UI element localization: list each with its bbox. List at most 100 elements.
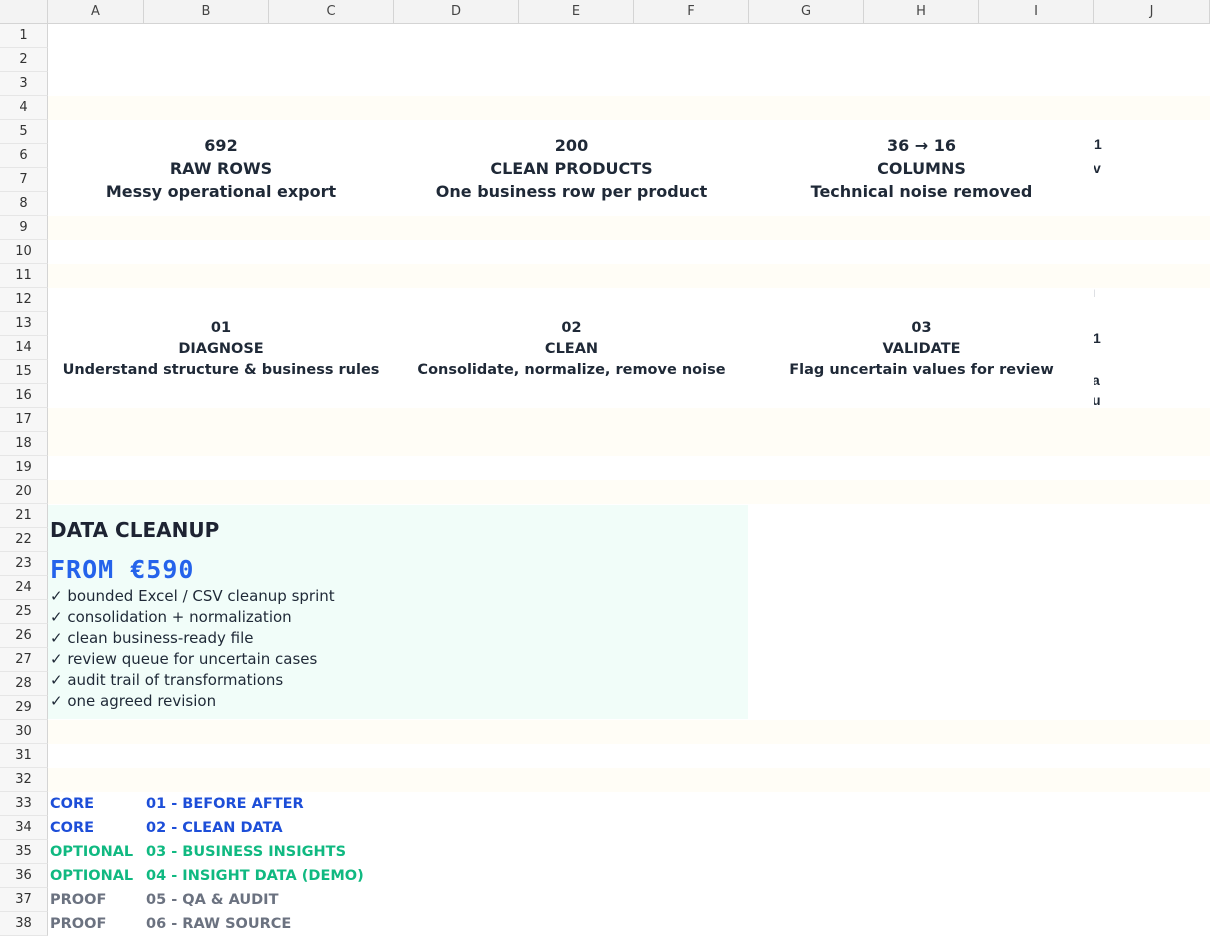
step-number: 01 (210, 320, 232, 336)
row-header[interactable]: 34 (0, 816, 48, 840)
clipped-fragment: 1 (1094, 330, 1101, 346)
kpi-caption: One business row per product (435, 182, 708, 201)
kpi-label: CLEAN PRODUCTS (490, 159, 653, 178)
row-header[interactable]: 6 (0, 144, 48, 168)
row-header[interactable]: 17 (0, 408, 48, 432)
clipped-fragment: v (1094, 160, 1101, 176)
nav-tag-proof: PROOF (50, 916, 107, 932)
row-header[interactable]: 24 (0, 576, 48, 600)
column-header-h[interactable]: H (864, 0, 979, 24)
row-header[interactable]: 38 (0, 912, 48, 936)
row-header[interactable]: 10 (0, 240, 48, 264)
step-name: CLEAN (544, 341, 599, 357)
row-header[interactable]: 3 (0, 72, 48, 96)
row-header[interactable]: 21 (0, 504, 48, 528)
row-header[interactable]: 25 (0, 600, 48, 624)
spacer-band (48, 264, 1210, 288)
spacer-band (48, 408, 1210, 456)
step-number: 02 (561, 320, 582, 336)
row-header[interactable]: 8 (0, 192, 48, 216)
column-header-i[interactable]: I (979, 0, 1094, 24)
column-header-a[interactable]: A (48, 0, 144, 24)
row-header[interactable]: 32 (0, 768, 48, 792)
offer-feature: ✓ bounded Excel / CSV cleanup sprint (50, 587, 335, 605)
row-header[interactable]: 31 (0, 744, 48, 768)
nav-tag-proof: PROOF (50, 892, 107, 908)
row-header[interactable]: 36 (0, 864, 48, 888)
step-card-clipped: I 1 a u (1094, 288, 1210, 413)
offer-feature: ✓ consolidation + normalization (50, 608, 292, 626)
clipped-fragment: 1 (1094, 136, 1102, 152)
spacer-band (48, 720, 1210, 744)
row-header[interactable]: 28 (0, 672, 48, 696)
kpi-value: 692 (204, 136, 238, 155)
row-header[interactable]: 2 (0, 48, 48, 72)
kpi-caption: Technical noise removed (810, 182, 1033, 201)
step-description: Understand structure & business rules (62, 362, 380, 378)
clipped-fragment: a (1094, 372, 1100, 388)
step-card-diagnose: 01 DIAGNOSE Understand structure & busin… (48, 318, 394, 381)
step-description: Flag uncertain values for review (789, 362, 1054, 378)
step-name: DIAGNOSE (178, 341, 264, 357)
row-header[interactable]: 23 (0, 552, 48, 576)
nav-link-clean-data[interactable]: 02 - CLEAN DATA (146, 816, 283, 840)
nav-tag-optional: OPTIONAL (50, 844, 134, 860)
kpi-card-clean-products: 200 CLEAN PRODUCTS One business row per … (394, 134, 749, 203)
offer-feature: ✓ audit trail of transformations (50, 671, 284, 689)
row-header[interactable]: 20 (0, 480, 48, 504)
row-header[interactable]: 14 (0, 336, 48, 360)
column-header-j[interactable]: J (1094, 0, 1210, 24)
nav-link-raw-source[interactable]: 06 - RAW SOURCE (146, 912, 291, 936)
column-header-e[interactable]: E (519, 0, 634, 24)
column-header-c[interactable]: C (269, 0, 394, 24)
row-header[interactable]: 11 (0, 264, 48, 288)
row-header[interactable]: 1 (0, 24, 48, 48)
row-header[interactable]: 9 (0, 216, 48, 240)
step-card-clean: 02 CLEAN Consolidate, normalize, remove … (394, 318, 749, 381)
column-header-g[interactable]: G (749, 0, 864, 24)
offer-feature: ✓ one agreed revision (50, 692, 217, 710)
nav-link-qa-audit[interactable]: 05 - QA & AUDIT (146, 888, 278, 912)
column-header-d[interactable]: D (394, 0, 519, 24)
row-header[interactable]: 22 (0, 528, 48, 552)
row-header[interactable]: 26 (0, 624, 48, 648)
row-header[interactable]: 29 (0, 696, 48, 720)
spacer-band (48, 96, 1210, 120)
row-header[interactable]: 16 (0, 384, 48, 408)
row-header[interactable]: 18 (0, 432, 48, 456)
nav-link-insight-data[interactable]: 04 - INSIGHT DATA (DEMO) (146, 864, 364, 888)
nav-tag-core: CORE (50, 820, 95, 836)
kpi-label: COLUMNS (877, 159, 966, 178)
row-header[interactable]: 13 (0, 312, 48, 336)
offer-price: FROM €590 (50, 555, 195, 584)
offer-feature: ✓ review queue for uncertain cases (50, 650, 318, 668)
select-all-corner[interactable] (0, 0, 48, 24)
kpi-caption: Messy operational export (105, 182, 337, 201)
row-header[interactable]: 7 (0, 168, 48, 192)
row-header[interactable]: 30 (0, 720, 48, 744)
column-header-f[interactable]: F (634, 0, 749, 24)
row-header[interactable]: 27 (0, 648, 48, 672)
nav-tag-core: CORE (50, 796, 95, 812)
nav-link-before-after[interactable]: 01 - BEFORE AFTER (146, 792, 304, 816)
row-header[interactable]: 19 (0, 456, 48, 480)
step-description: Consolidate, normalize, remove noise (417, 362, 726, 378)
row-header[interactable]: 5 (0, 120, 48, 144)
spreadsheet-sheet: A B C D E F G H I J 1 2 3 4 5 6 7 8 9 10… (0, 0, 1210, 936)
row-header[interactable]: 12 (0, 288, 48, 312)
row-header[interactable]: 15 (0, 360, 48, 384)
nav-link-business-insights[interactable]: 03 - BUSINESS INSIGHTS (146, 840, 346, 864)
clipped-fragment: u (1094, 392, 1101, 408)
row-header[interactable]: 35 (0, 840, 48, 864)
offer-feature: ✓ clean business-ready file (50, 629, 254, 647)
step-number: 03 (911, 320, 932, 336)
column-header-b[interactable]: B (144, 0, 269, 24)
spacer-band (48, 768, 1210, 792)
clipped-fragment: I (1094, 288, 1095, 300)
spacer-band (48, 480, 1210, 504)
step-card-validate: 03 VALIDATE Flag uncertain values for re… (749, 318, 1094, 381)
row-header[interactable]: 33 (0, 792, 48, 816)
row-header[interactable]: 37 (0, 888, 48, 912)
row-header[interactable]: 4 (0, 96, 48, 120)
kpi-value: 36 → 16 (886, 136, 957, 155)
